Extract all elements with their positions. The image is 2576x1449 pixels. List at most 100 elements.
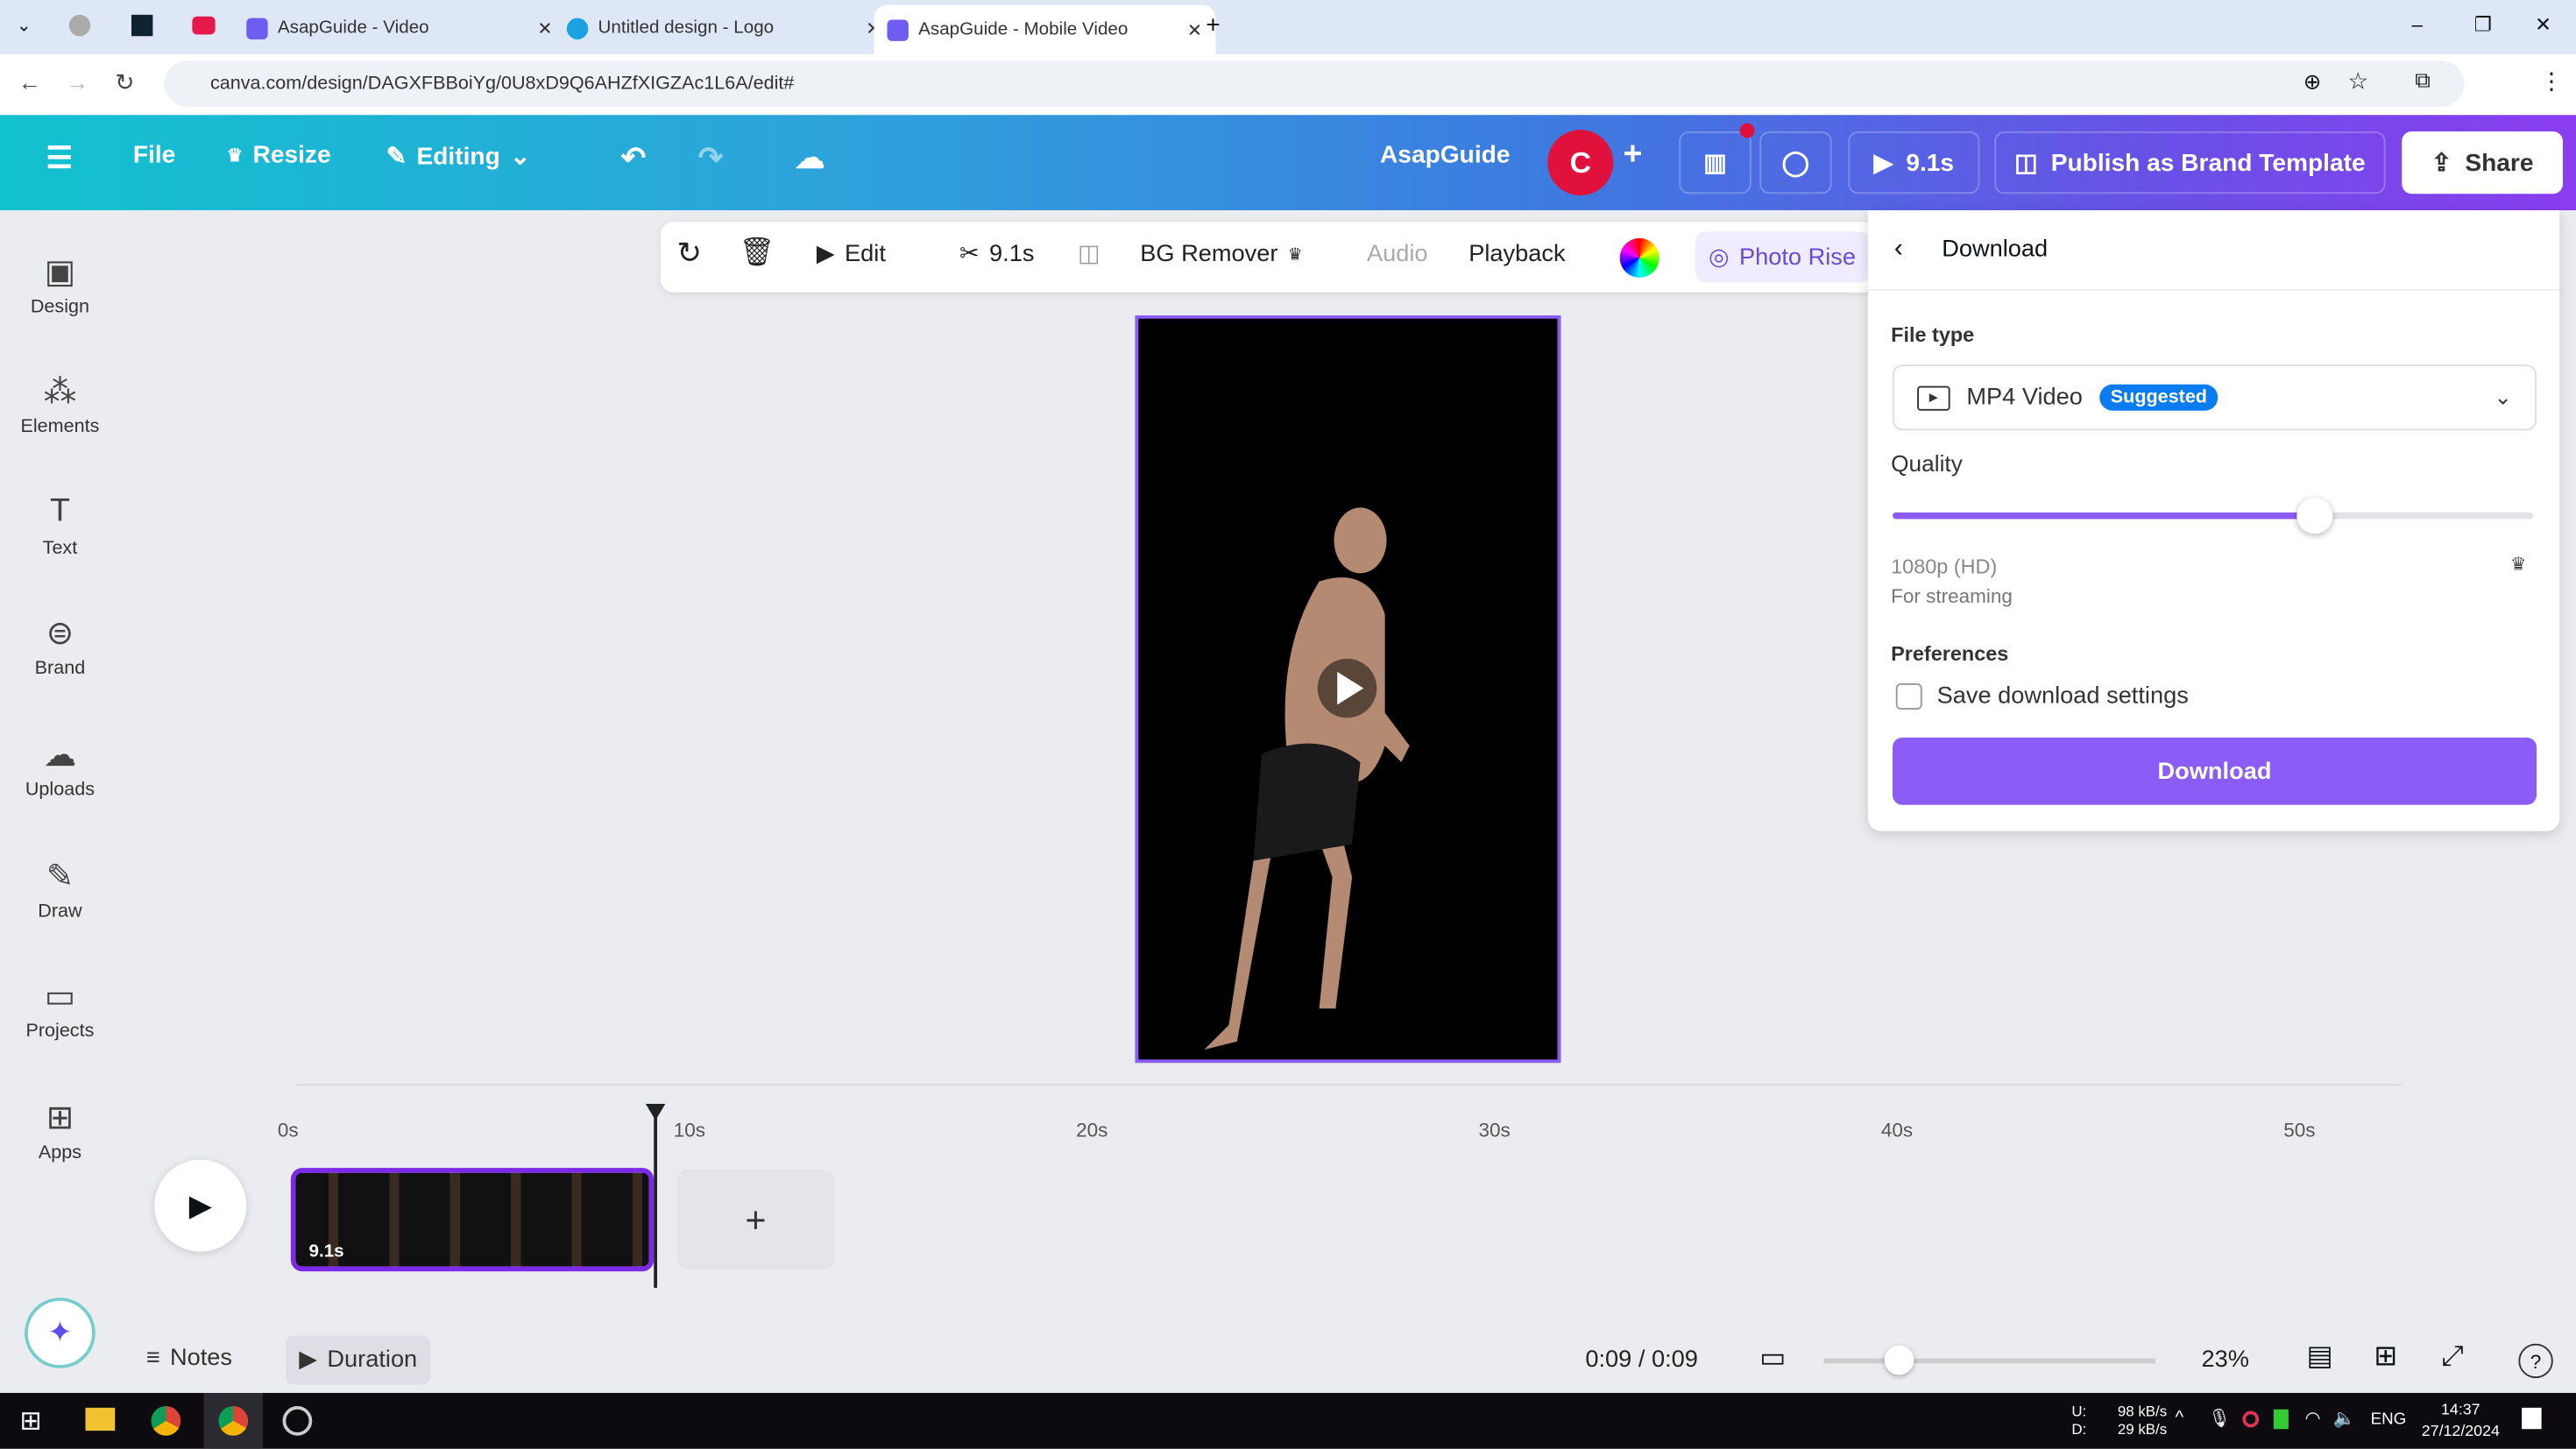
back-chevron-icon[interactable]: ‹ xyxy=(1894,235,1903,265)
new-tab-icon[interactable]: + xyxy=(1206,11,1220,39)
duration-button[interactable]: ▶Duration xyxy=(286,1335,430,1384)
delete-icon[interactable]: 🗑 xyxy=(740,237,775,270)
playback-button[interactable]: Playback xyxy=(1468,242,1565,268)
tray-chevron-icon[interactable]: ^ xyxy=(2176,1408,2184,1428)
sidebar-item-text[interactable]: TText xyxy=(0,493,120,559)
add-clip-button[interactable]: + xyxy=(677,1170,835,1269)
tab-asapguide-mobile-video[interactable]: AsapGuide - Mobile Video✕ xyxy=(874,5,1216,54)
redo-icon[interactable]: ↷ xyxy=(698,141,723,175)
save-settings-checkbox[interactable] xyxy=(1896,683,1922,710)
audio-button[interactable]: Audio xyxy=(1367,242,1428,268)
app-icon[interactable] xyxy=(283,1406,313,1436)
url-input[interactable]: canva.com/design/DAGXFBBoiYg/0U8xD9Q6AHZ… xyxy=(165,60,2465,107)
page-list-icon[interactable]: ▤ xyxy=(2307,1340,2333,1374)
grid-view-icon[interactable]: ⊞ xyxy=(2374,1340,2397,1374)
publish-brand-template-button[interactable]: ◫Publish as Brand Template xyxy=(1994,131,2385,194)
edit-video-button[interactable]: ▶Edit xyxy=(817,242,886,268)
pinned-tab-youtube-icon[interactable] xyxy=(192,17,215,35)
reload-icon[interactable]: ↻ xyxy=(115,69,134,97)
tab-list-chevron-icon[interactable]: ⌄ xyxy=(17,15,32,36)
add-collaborator-icon[interactable]: + xyxy=(1624,137,1643,174)
tab-untitled-logo[interactable]: Untitled design - Logo✕ xyxy=(567,8,881,47)
split-icon[interactable]: ◫ xyxy=(1078,242,1100,268)
zoom-slider-thumb[interactable] xyxy=(1885,1346,1914,1375)
sidebar-item-elements[interactable]: ⁂Elements xyxy=(0,371,120,437)
comments-icon[interactable]: ◯ xyxy=(1759,131,1832,194)
playhead-handle[interactable] xyxy=(646,1104,666,1120)
windows-start-icon[interactable]: ⊞ xyxy=(20,1404,42,1438)
crown-icon: ♛ xyxy=(227,145,244,166)
timeline-play-button[interactable]: ▶ xyxy=(154,1160,246,1252)
sidebar-item-uploads[interactable]: ☁Uploads xyxy=(0,734,120,800)
tray-app-icon[interactable] xyxy=(2274,1410,2289,1430)
quality-slider[interactable] xyxy=(1893,512,2533,520)
zoom-slider[interactable] xyxy=(1823,1359,2155,1364)
video-clip[interactable]: 9.1s xyxy=(291,1168,654,1271)
pinned-tab-app-icon[interactable] xyxy=(131,15,152,36)
volume-icon[interactable]: 🔈 xyxy=(2333,1408,2356,1429)
zoom-icon[interactable]: ⊕ xyxy=(2304,69,2321,95)
close-tab-icon[interactable]: ✕ xyxy=(537,18,552,39)
back-icon[interactable]: ← xyxy=(18,69,41,95)
forward-icon[interactable]: → xyxy=(66,69,88,95)
left-sidebar: ▣Design ⁂Elements TText ⊜Brand ☁Uploads … xyxy=(0,210,120,1393)
plus-icon: + xyxy=(745,1198,766,1241)
share-button[interactable]: ⇪Share xyxy=(2402,131,2563,194)
microphone-icon[interactable]: 🎙 xyxy=(2208,1408,2231,1429)
download-speed: 29 kB/s xyxy=(2118,1421,2167,1438)
present-button[interactable]: ▶9.1s xyxy=(1848,131,1979,194)
resize-button[interactable]: ♛Resize xyxy=(227,141,331,169)
bg-remover-button[interactable]: BG Remover♛ xyxy=(1140,242,1302,268)
trim-button[interactable]: ✂9.1s xyxy=(959,242,1034,268)
undo-icon[interactable]: ↶ xyxy=(621,141,646,175)
file-type-select[interactable]: ▶ MP4 Video Suggested ⌄ xyxy=(1893,364,2537,430)
save-settings-label: Save download settings xyxy=(1937,683,2189,710)
cloud-saved-icon[interactable]: ☁ xyxy=(796,141,825,175)
download-button[interactable]: Download xyxy=(1893,738,2537,805)
tray-app-icon[interactable] xyxy=(2242,1411,2259,1428)
sidebar-item-apps[interactable]: ⊞Apps xyxy=(0,1098,120,1163)
notes-button[interactable]: ≡Notes xyxy=(146,1346,232,1372)
file-explorer-icon[interactable] xyxy=(86,1408,116,1431)
editing-mode-dropdown[interactable]: ✎Editing⌄ xyxy=(386,141,531,171)
color-wheel-icon[interactable] xyxy=(1620,238,1660,278)
wifi-icon[interactable]: ◠ xyxy=(2305,1408,2321,1429)
restore-icon[interactable]: ❐ xyxy=(2474,13,2492,36)
sidebar-item-draw[interactable]: ✎Draw xyxy=(0,856,120,922)
sidebar-item-brand[interactable]: ⊜Brand xyxy=(0,612,120,678)
sidebar-item-design[interactable]: ▣Design xyxy=(0,251,120,317)
minimize-icon[interactable]: – xyxy=(2412,13,2424,36)
browser-menu-icon[interactable]: ⋮ xyxy=(2540,67,2563,95)
language-indicator[interactable]: ENG xyxy=(2371,1411,2407,1430)
canva-video-icon xyxy=(888,19,909,40)
team-name[interactable]: AsapGuide xyxy=(1380,141,1510,169)
video-canvas[interactable] xyxy=(1136,315,1561,1063)
playhead[interactable] xyxy=(654,1112,657,1288)
insights-icon[interactable]: ▥ xyxy=(1679,131,1752,194)
fullscreen-icon[interactable]: ⤢ xyxy=(2441,1340,2464,1374)
chrome-icon[interactable] xyxy=(152,1406,181,1436)
bookmark-star-icon[interactable]: ☆ xyxy=(2347,67,2368,95)
page-view-icon[interactable]: ▭ xyxy=(1759,1342,1786,1375)
close-tab-icon[interactable]: ✕ xyxy=(1187,19,1202,40)
avatar[interactable]: C xyxy=(1547,130,1613,195)
menu-icon[interactable]: ☰ xyxy=(46,141,73,175)
save-settings-checkbox-row[interactable]: Save download settings xyxy=(1896,683,2189,710)
file-menu[interactable]: File xyxy=(133,141,175,169)
help-icon[interactable]: ? xyxy=(2518,1344,2552,1378)
pinned-tab-globe-icon[interactable] xyxy=(69,15,90,36)
timeline-ruler[interactable] xyxy=(296,1085,2403,1086)
edit-label: Edit xyxy=(845,242,886,268)
close-window-icon[interactable]: ✕ xyxy=(2535,13,2551,36)
quality-slider-thumb[interactable] xyxy=(2297,498,2333,534)
magic-assistant-button[interactable]: ✦ xyxy=(25,1297,96,1368)
notifications-icon[interactable] xyxy=(2522,1408,2542,1429)
replace-icon[interactable]: ↻ xyxy=(677,237,702,271)
sidebar-item-projects[interactable]: ▭Projects xyxy=(0,976,120,1042)
photo-rise-button[interactable]: ◎Photo Rise xyxy=(1695,231,1869,282)
extensions-icon[interactable]: ⧉ xyxy=(2415,67,2430,94)
clock[interactable]: 14:3727/12/2024 xyxy=(2422,1400,2500,1443)
zoom-level[interactable]: 23% xyxy=(2202,1347,2249,1374)
tab-asapguide-video[interactable]: AsapGuide - Video✕ xyxy=(246,8,552,47)
chrome-active-icon[interactable] xyxy=(204,1393,264,1449)
